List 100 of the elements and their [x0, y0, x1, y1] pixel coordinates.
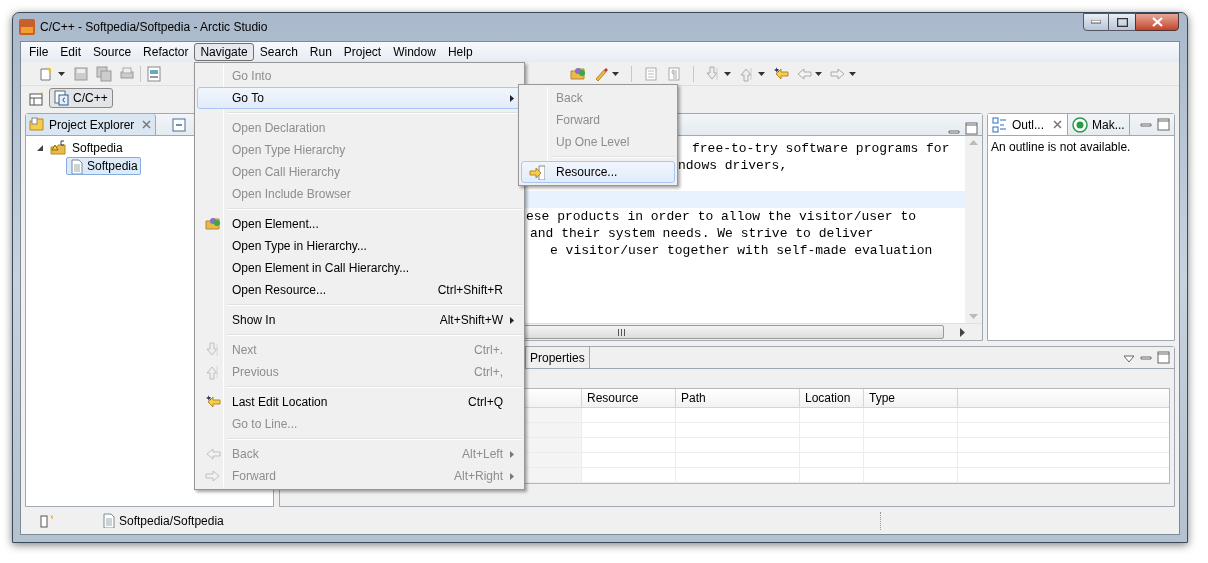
panel-tab[interactable]: Mak... — [1068, 114, 1130, 135]
menu-item[interactable]: File — [23, 43, 55, 61]
up-arrow-icon — [205, 364, 221, 380]
printer-icon — [119, 65, 135, 82]
menu-item[interactable]: Help — [441, 43, 479, 61]
tab-label: Project Explorer — [49, 116, 135, 134]
panel-tab[interactable]: Outl... — [988, 114, 1068, 135]
star-arrow-icon — [773, 65, 789, 82]
menu-item[interactable]: Project — [337, 43, 388, 61]
right-arrow-icon — [205, 468, 221, 484]
vertical-scrollbar[interactable] — [965, 136, 982, 323]
save-icon — [73, 65, 89, 82]
menu-item[interactable]: Window — [387, 43, 442, 61]
minimize-icon[interactable] — [1140, 354, 1152, 361]
left-arrow-icon — [205, 394, 221, 410]
menu-item[interactable]: Search — [253, 43, 304, 61]
maximize-button[interactable] — [1109, 13, 1135, 31]
up-arrow-icon — [739, 65, 755, 82]
minimize-button[interactable] — [1083, 13, 1109, 31]
folder-icon — [570, 65, 586, 82]
grip-icon — [618, 328, 625, 336]
code-line: e visitor/user together with self-made evaluation — [550, 243, 933, 258]
target-icon — [1072, 116, 1088, 133]
down-arrow-icon — [205, 342, 221, 358]
binary-file-button[interactable] — [144, 63, 164, 84]
folder-icon — [205, 216, 221, 232]
right-arrow-icon — [830, 65, 846, 82]
folder-icon — [29, 117, 45, 132]
c-file-icon — [54, 90, 69, 106]
close-icon — [1151, 17, 1163, 27]
document-icon — [101, 513, 115, 528]
menu-item[interactable]: Resource... — [521, 161, 675, 183]
save-all-button[interactable] — [94, 63, 114, 84]
column-header[interactable]: Resource — [582, 389, 676, 407]
menu-item[interactable]: Open Resource... Ctrl+Shift+R — [197, 279, 522, 301]
outline-message: An outline is not available. — [990, 139, 1132, 156]
close-button[interactable] — [1135, 13, 1179, 31]
menu-item[interactable]: Source — [87, 43, 138, 61]
paragraph-icon — [666, 65, 682, 82]
document-icon — [69, 158, 83, 174]
code-line: ndows drivers, — [678, 158, 788, 173]
expanded-arrow-icon[interactable] — [36, 144, 44, 152]
caret-icon — [723, 69, 732, 78]
submenu-arrow-icon — [510, 472, 514, 480]
right-arrow-icon — [529, 164, 545, 180]
submenu-arrow-icon — [510, 450, 514, 458]
caret-icon — [814, 69, 823, 78]
caret-icon — [611, 69, 620, 78]
right-arrow-icon[interactable] — [960, 327, 965, 337]
perspective-button[interactable]: C/C++ — [49, 88, 113, 108]
page-icon — [643, 65, 659, 82]
binary-file-icon — [146, 65, 162, 82]
menu-item[interactable]: Refactor — [137, 43, 195, 61]
left-arrow-icon — [796, 65, 812, 82]
app-logo-icon — [19, 19, 35, 35]
close-icon[interactable] — [1052, 119, 1063, 130]
menu-item[interactable]: Open Type in Hierarchy... — [197, 235, 522, 257]
pencil-icon — [593, 65, 609, 82]
minimize-icon[interactable] — [948, 128, 960, 135]
perspective-icon — [29, 90, 43, 106]
code-line: ese products in order to allow the visitor/user to — [526, 209, 917, 224]
maximize-icon[interactable] — [1157, 118, 1170, 131]
project-explorer-tab[interactable]: Project Explorer — [26, 114, 157, 135]
view-menu-icon[interactable] — [1123, 353, 1135, 362]
menu-item[interactable]: Last Edit Location Ctrl+Q — [197, 391, 522, 413]
down-arrow-icon[interactable] — [969, 314, 978, 319]
close-icon[interactable] — [141, 119, 153, 130]
code-line: free-to-try software programs for — [692, 141, 950, 156]
maximize-icon[interactable] — [1157, 351, 1170, 364]
caret-icon — [57, 69, 66, 78]
save-all-icon — [96, 65, 112, 82]
maximize-icon — [1116, 17, 1128, 27]
window-title: C/C++ - Softpedia/Softpedia - Arctic Studio — [40, 19, 268, 36]
submenu-arrow-icon — [510, 316, 514, 324]
maximize-icon[interactable] — [965, 122, 978, 135]
minimize-icon[interactable] — [1140, 121, 1152, 128]
down-arrow-icon — [705, 65, 721, 82]
menu-item[interactable]: Show In Alt+Shift+W — [197, 309, 522, 331]
code-line: and their system needs. We strive to deliver — [530, 226, 874, 241]
caret-icon — [848, 69, 857, 78]
left-arrow-icon — [205, 446, 221, 462]
caret-icon — [757, 69, 766, 78]
column-header[interactable]: Location — [800, 389, 864, 407]
tree-item[interactable]: Softpedia — [66, 157, 141, 175]
tree-item[interactable]: Softpedia — [70, 138, 125, 158]
menu-item[interactable]: Edit — [54, 43, 88, 61]
menu-item[interactable]: Navigate — [194, 43, 254, 61]
new-view-icon[interactable] — [39, 513, 53, 528]
menu-item[interactable]: Open Element... — [197, 213, 522, 235]
menu-item[interactable]: Run — [303, 43, 338, 61]
submenu-arrow-icon — [510, 94, 514, 102]
collapse-icon — [172, 118, 187, 132]
column-header[interactable]: Path — [676, 389, 800, 407]
collapse-all-button[interactable] — [172, 118, 187, 132]
outline-icon — [992, 116, 1008, 133]
column-header[interactable]: Type — [864, 389, 958, 407]
status-path: Softpedia/Softpedia — [119, 512, 224, 530]
minimize-icon — [1091, 20, 1101, 24]
up-arrow-icon[interactable] — [969, 140, 978, 145]
menu-item[interactable]: Open Element in Call Hierarchy... — [197, 257, 522, 279]
